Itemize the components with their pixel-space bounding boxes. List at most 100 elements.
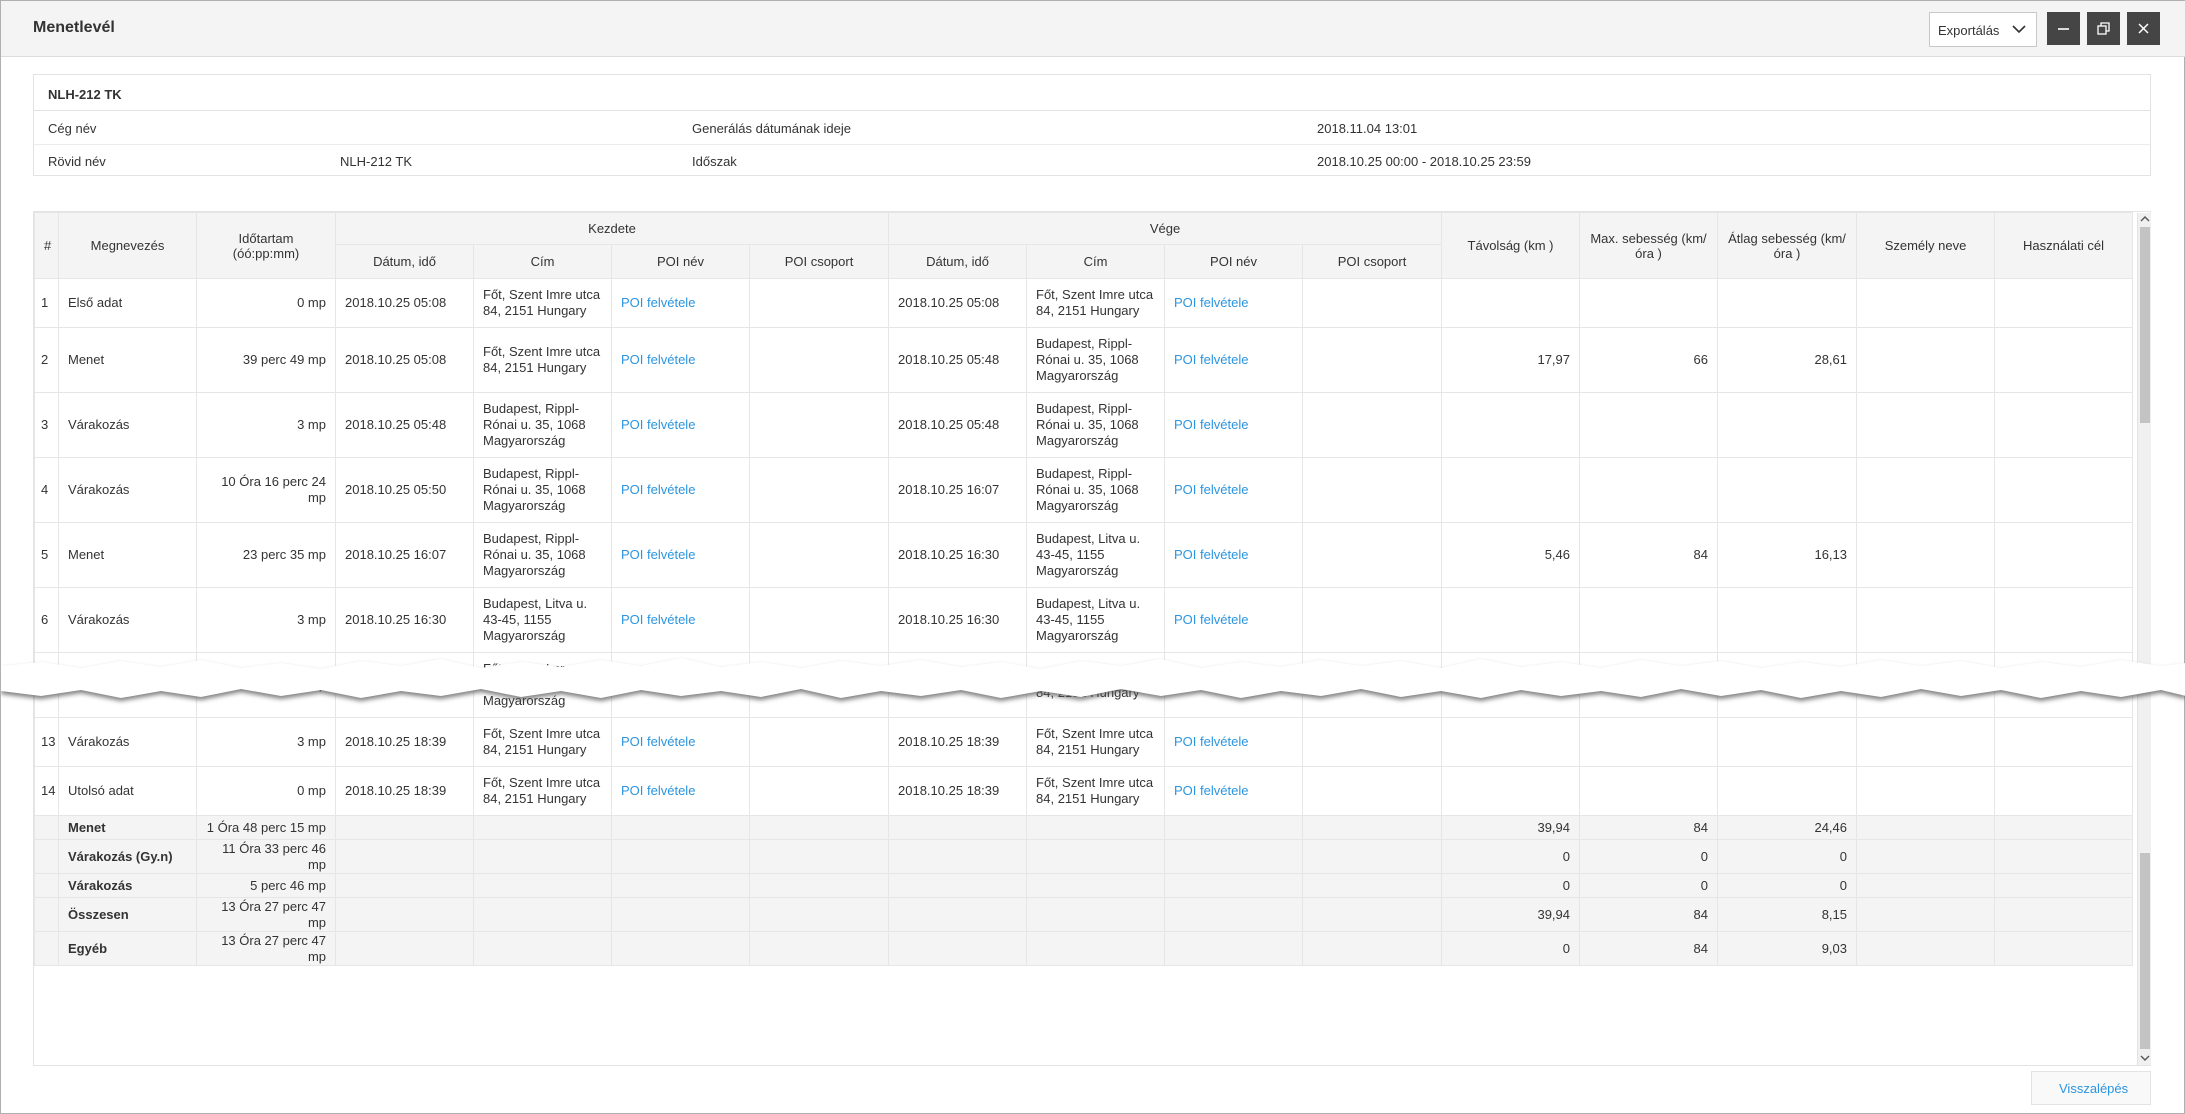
row-end-poi-link[interactable]: POI felvétele bbox=[1164, 278, 1304, 328]
info-row-company: Cég név Generálás dátumának ideje 2018.1… bbox=[34, 112, 2150, 144]
col-avg-speed[interactable]: Átlag sebesség (km/óra ) bbox=[1717, 212, 1858, 279]
short-name-label: Rövid név bbox=[48, 154, 106, 169]
row-max-speed bbox=[1579, 717, 1719, 767]
row-end-address: Főt, Szent Imre utca 84, 2151 Hungary bbox=[1026, 717, 1166, 767]
row-end-address: Budapest, Rippl-Rónai u. 35, 1068 Magyar… bbox=[1026, 392, 1166, 458]
row-start-poi-group bbox=[748, 457, 890, 523]
col-person[interactable]: Személy neve bbox=[1856, 212, 1996, 279]
summary-avg-speed: 9,03 bbox=[1717, 931, 1858, 966]
scroll-down-icon[interactable] bbox=[2140, 1054, 2150, 1062]
summary-empty-cell bbox=[473, 839, 612, 874]
col-max-speed[interactable]: Max. sebesség (km/óra ) bbox=[1579, 212, 1719, 279]
row-avg-speed bbox=[1717, 457, 1858, 523]
table-row[interactable]: 5 Menet 23 perc 35 mp 2018.10.25 16:07 Budap… bbox=[34, 522, 2134, 588]
row-start-poi-link[interactable]: POI felvétele bbox=[611, 327, 750, 393]
row-end-date: 2018.10.25 16:30 bbox=[888, 522, 1028, 588]
row-start-poi-link[interactable]: POI felvétele bbox=[611, 457, 750, 523]
row-end-poi-link[interactable]: POI felvétele bbox=[1164, 717, 1304, 767]
row-start-address: Budapest, Rippl-Rónai u. 35, 1068 Magyar… bbox=[473, 457, 612, 523]
summary-label: Menet bbox=[58, 815, 197, 840]
summary-empty-cell bbox=[335, 873, 474, 898]
row-start-poi-link[interactable]: POI felvétele bbox=[611, 392, 750, 458]
table-row[interactable]: 4 Várakozás 10 Óra 16 perc 24 mp 2018.10.25… bbox=[34, 457, 2134, 523]
col-start-date[interactable]: Dátum, idő bbox=[335, 244, 474, 279]
row-start-poi-link[interactable]: POI felvétele bbox=[611, 278, 750, 328]
summary-empty-cell bbox=[34, 897, 59, 932]
row-duration: 39 perc 49 mp bbox=[196, 327, 336, 393]
table-row[interactable]: 6 Várakozás 3 mp 2018.10.25 16:30 Budapest, … bbox=[34, 587, 2134, 653]
row-end-poi-link[interactable]: POI felvétele bbox=[1164, 457, 1304, 523]
table-header-row: # Megnevezés Időtartam (óó:pp:mm) Kezdet… bbox=[34, 212, 2134, 279]
vertical-scrollbar[interactable] bbox=[2137, 213, 2151, 1065]
row-distance bbox=[1441, 278, 1581, 328]
minimize-button[interactable] bbox=[2047, 12, 2080, 45]
scrollbar-thumb-lower[interactable] bbox=[2140, 853, 2150, 1049]
row-person bbox=[1856, 587, 1996, 653]
table-row[interactable]: 2 Menet 39 perc 49 mp 2018.10.25 05:08 Főt, … bbox=[34, 327, 2134, 393]
row-start-poi-link[interactable]: POI felvétele bbox=[611, 522, 750, 588]
row-end-poi-link[interactable]: POI felvétele bbox=[1164, 392, 1304, 458]
row-start-poi-link[interactable]: POI felvétele bbox=[611, 587, 750, 653]
row-end-poi-link[interactable]: POI felvétele bbox=[1164, 766, 1304, 816]
col-duration[interactable]: Időtartam (óó:pp:mm) bbox=[196, 212, 336, 279]
row-end-poi-link[interactable]: POI felvétele bbox=[1164, 327, 1304, 393]
trip-table-body: 1 Első adat 0 mp 2018.10.25 05:08 Főt, Szent… bbox=[34, 278, 2134, 966]
row-duration: 23 perc 35 mp bbox=[196, 522, 336, 588]
table-row[interactable]: 14 Utolsó adat 0 mp 2018.10.25 18:39 Főt, Sz… bbox=[34, 766, 2134, 816]
scroll-up-icon[interactable] bbox=[2140, 215, 2150, 223]
row-start-poi-group bbox=[748, 587, 890, 653]
summary-empty-cell bbox=[888, 815, 1028, 840]
summary-empty-cell bbox=[1856, 897, 1996, 932]
row-end-poi-link[interactable]: POI felvétele bbox=[1164, 522, 1304, 588]
row-end-poi-group bbox=[1302, 717, 1443, 767]
summary-empty-cell bbox=[1994, 839, 2134, 874]
row-avg-speed: 28,61 bbox=[1717, 327, 1858, 393]
summary-distance: 0 bbox=[1441, 873, 1581, 898]
summary-distance: 0 bbox=[1441, 839, 1581, 874]
col-start-poi-group[interactable]: POI csoport bbox=[748, 244, 890, 279]
summary-empty-cell bbox=[1302, 873, 1443, 898]
vehicle-plate: NLH-212 TK bbox=[48, 87, 122, 102]
row-end-address: Főt, Szent Imre utca 84, 2151 Hungary bbox=[1026, 766, 1166, 816]
export-dropdown[interactable]: Exportálás bbox=[1929, 12, 2037, 47]
row-end-poi-link[interactable]: POI felvétele bbox=[1164, 587, 1304, 653]
row-start-address: Főt, Szent Imre utca 84, 2151 Hungary bbox=[473, 766, 612, 816]
row-purpose bbox=[1994, 587, 2134, 653]
table-row[interactable]: 1 Első adat 0 mp 2018.10.25 05:08 Főt, Szent… bbox=[34, 278, 2134, 328]
row-end-address: Budapest, Rippl-Rónai u. 35, 1068 Magyar… bbox=[1026, 457, 1166, 523]
summary-label: Összesen bbox=[58, 897, 197, 932]
col-end-poi-name[interactable]: POI név bbox=[1164, 244, 1304, 279]
col-start-address[interactable]: Cím bbox=[473, 244, 612, 279]
row-start-poi-link[interactable]: POI felvétele bbox=[611, 766, 750, 816]
row-person bbox=[1856, 457, 1996, 523]
summary-duration: 13 Óra 27 perc 47 mp bbox=[196, 931, 336, 966]
row-start-poi-group bbox=[748, 766, 890, 816]
summary-duration: 13 Óra 27 perc 47 mp bbox=[196, 897, 336, 932]
col-purpose[interactable]: Használati cél bbox=[1994, 212, 2134, 279]
table-row[interactable]: 13 Várakozás 3 mp 2018.10.25 18:39 Főt, Szen… bbox=[34, 717, 2134, 767]
col-end-date[interactable]: Dátum, idő bbox=[888, 244, 1028, 279]
col-distance[interactable]: Távolság (km ) bbox=[1441, 212, 1581, 279]
row-start-poi-link[interactable]: POI felvétele bbox=[611, 717, 750, 767]
restore-button[interactable] bbox=[2087, 12, 2120, 45]
row-distance bbox=[1441, 766, 1581, 816]
col-end-poi-group[interactable]: POI csoport bbox=[1302, 244, 1443, 279]
summary-distance: 0 bbox=[1441, 931, 1581, 966]
col-index: # bbox=[34, 212, 59, 279]
summary-empty-cell bbox=[748, 873, 890, 898]
summary-empty-cell bbox=[1856, 815, 1996, 840]
col-name[interactable]: Megnevezés bbox=[58, 212, 197, 279]
back-button[interactable]: Visszalépés bbox=[2031, 1071, 2151, 1105]
close-button[interactable] bbox=[2127, 12, 2160, 45]
scrollbar-thumb[interactable] bbox=[2140, 227, 2150, 423]
export-label: Exportálás bbox=[1938, 23, 2000, 38]
back-button-label: Visszalépés bbox=[2059, 1081, 2129, 1096]
row-start-date: 2018.10.25 05:08 bbox=[335, 327, 474, 393]
summary-empty-cell bbox=[335, 931, 474, 966]
row-index: 5 bbox=[34, 522, 59, 588]
table-row[interactable]: 3 Várakozás 3 mp 2018.10.25 05:48 Budapest, … bbox=[34, 392, 2134, 458]
row-avg-speed bbox=[1717, 278, 1858, 328]
row-max-speed bbox=[1579, 457, 1719, 523]
col-start-poi-name[interactable]: POI név bbox=[611, 244, 750, 279]
col-end-address[interactable]: Cím bbox=[1026, 244, 1166, 279]
